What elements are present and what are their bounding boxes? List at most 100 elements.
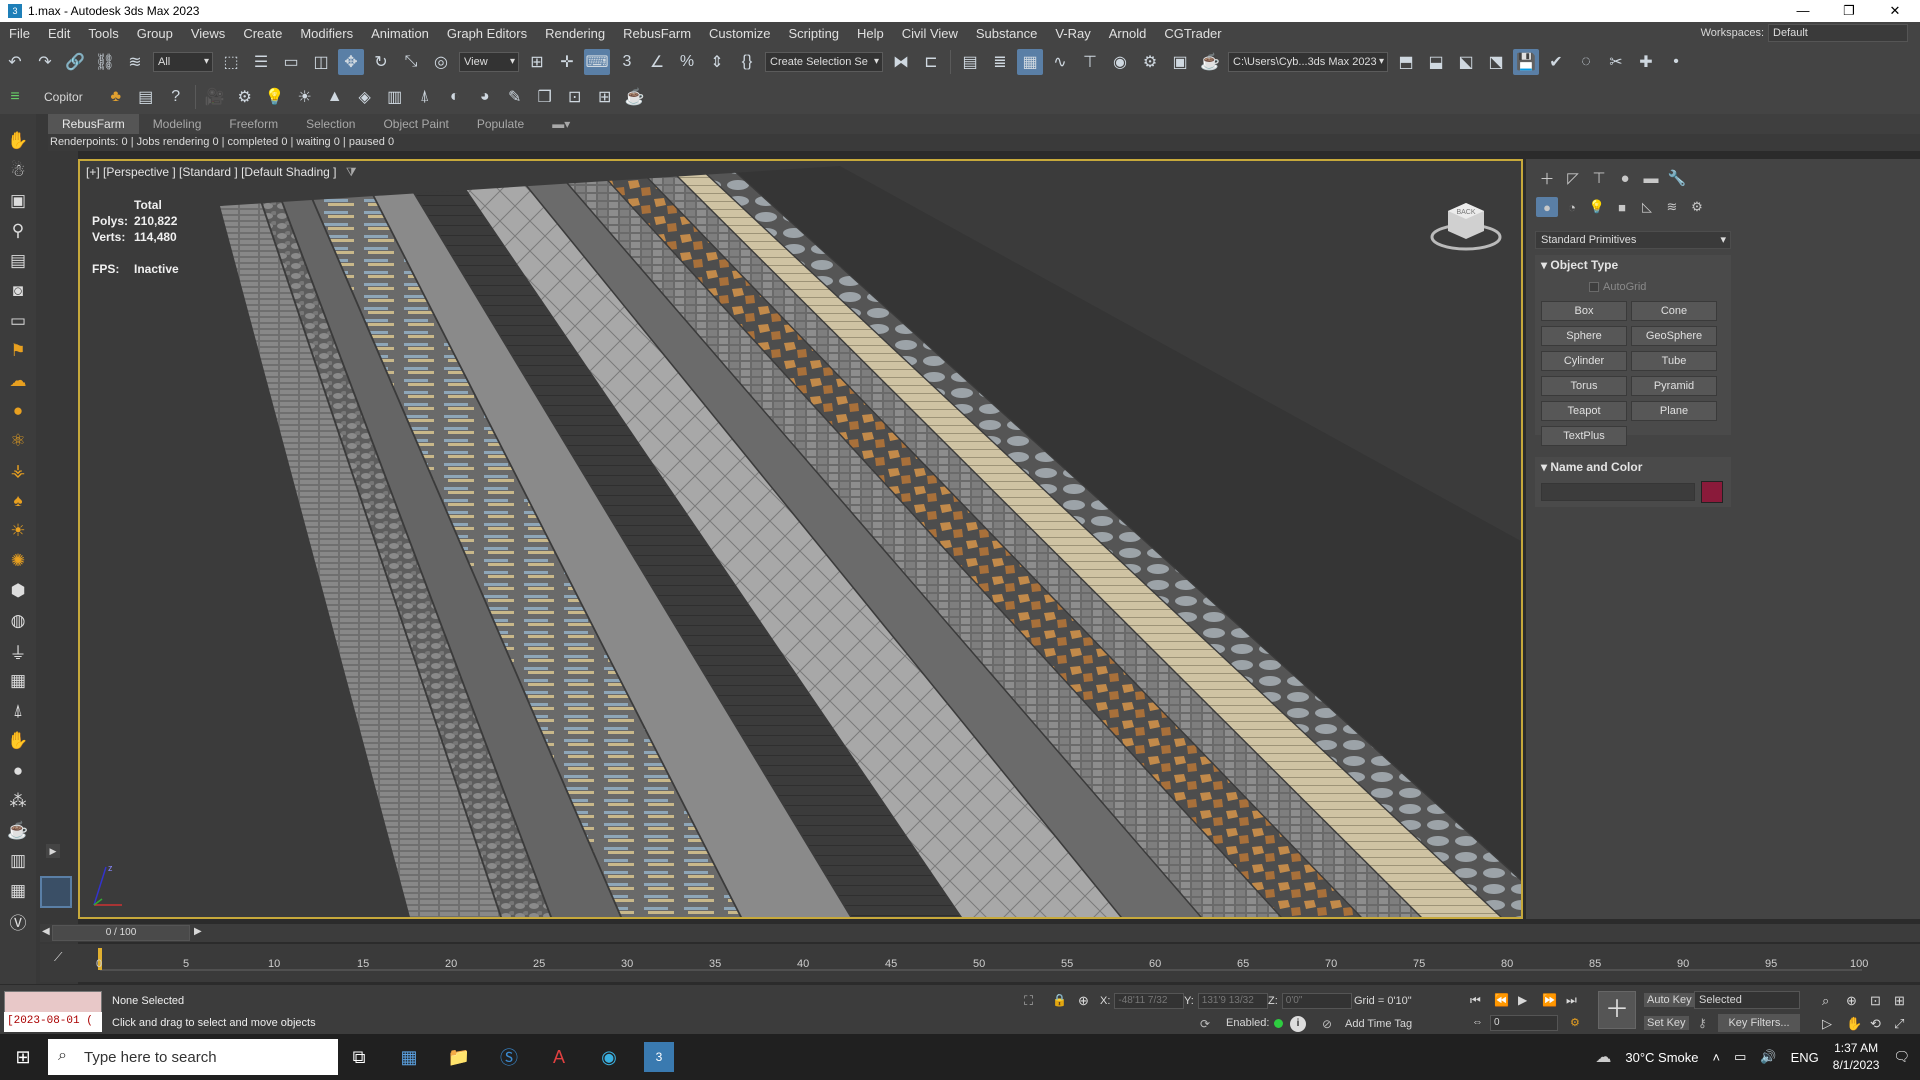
goto-start-icon[interactable]: ⏮: [1470, 993, 1481, 1008]
cylinder-button[interactable]: Cylinder: [1541, 351, 1627, 371]
lamp-icon[interactable]: ⚲: [5, 218, 31, 244]
teapot-tool-icon[interactable]: ☕: [5, 818, 31, 844]
vray-teapot-icon[interactable]: ☕: [622, 84, 648, 110]
info-icon[interactable]: i: [1290, 1016, 1306, 1032]
camera-icon[interactable]: ◙: [5, 278, 31, 304]
play-icon[interactable]: ▶: [1518, 993, 1527, 1007]
menu-cgtrader[interactable]: CGTrader: [1155, 26, 1230, 41]
next-frame-icon[interactable]: ▶: [194, 926, 202, 937]
menu-edit[interactable]: Edit: [39, 26, 79, 41]
curve-editor-icon[interactable]: ∿: [1047, 49, 1073, 75]
menu-create[interactable]: Create: [234, 26, 291, 41]
rendered-frame-icon[interactable]: ▣: [1167, 49, 1193, 75]
project-path-dropdown[interactable]: C:\Users\Cyb...3ds Max 2023: [1228, 52, 1388, 72]
track-bar[interactable]: ⟋ 0 5 10 15 20 25 30 35 40 45 50 55 60 6…: [40, 944, 1920, 982]
tab-populate[interactable]: Populate: [463, 117, 538, 131]
vray-dome-icon[interactable]: ◕: [472, 84, 498, 110]
move-icon[interactable]: ✥: [338, 49, 364, 75]
key-mode-icon[interactable]: ⇔: [1472, 1016, 1483, 1028]
geosphere-button[interactable]: GeoSphere: [1631, 326, 1717, 346]
sync-icon[interactable]: ◌: [1573, 49, 1599, 75]
menu-rebusfarm[interactable]: RebusFarm: [614, 26, 700, 41]
modify-tab-icon[interactable]: ◸: [1562, 167, 1584, 189]
menu-animation[interactable]: Animation: [362, 26, 438, 41]
select-by-name-icon[interactable]: ☰: [248, 49, 274, 75]
restore-button[interactable]: ❐: [1826, 0, 1872, 22]
vray-vfb-icon[interactable]: ▥: [382, 84, 408, 110]
schematic-view-icon[interactable]: ⊤: [1077, 49, 1103, 75]
viewport-label[interactable]: [+] [Perspective ] [Standard ] [Default …: [86, 165, 357, 180]
file-explorer-icon[interactable]: 📁: [444, 1042, 474, 1072]
maximize-viewport-icon[interactable]: ⤢: [1894, 1016, 1904, 1032]
zoom-extents-icon[interactable]: ⊡: [1870, 993, 1881, 1009]
prev-frame-icon[interactable]: ◀: [42, 926, 50, 937]
ribbon-options-icon[interactable]: ▬▾: [538, 117, 584, 131]
vray-camera-icon[interactable]: 🎥: [202, 84, 228, 110]
link-icon[interactable]: 🔗: [62, 49, 88, 75]
lock-icon[interactable]: 🔒: [1052, 993, 1067, 1007]
display-tab-icon[interactable]: ▬: [1640, 167, 1662, 189]
help-icon[interactable]: ?: [163, 84, 189, 110]
menu-scripting[interactable]: Scripting: [779, 26, 848, 41]
3dsmax-taskbar-icon[interactable]: 3: [644, 1042, 674, 1072]
ref-coord-dropdown[interactable]: View: [459, 52, 519, 72]
brush-icon[interactable]: ⚑: [5, 338, 31, 364]
systems-icon[interactable]: ⚙: [1686, 197, 1708, 217]
listener-icon[interactable]: ▤: [133, 84, 159, 110]
menu-substance[interactable]: Substance: [967, 26, 1046, 41]
spotlight-icon[interactable]: ⚶: [5, 458, 31, 484]
vray-cameras-icon[interactable]: ⚙: [232, 84, 258, 110]
material-editor-icon[interactable]: ◉: [1107, 49, 1133, 75]
tab-selection[interactable]: Selection: [292, 117, 369, 131]
curve-editor-mini-icon[interactable]: ⟋: [54, 950, 62, 965]
vray-proxy-icon[interactable]: ◈: [352, 84, 378, 110]
tab-object-paint[interactable]: Object Paint: [369, 117, 462, 131]
dot-icon[interactable]: •: [1663, 49, 1689, 75]
menu-customize[interactable]: Customize: [700, 26, 779, 41]
filter-icon[interactable]: ⧩: [346, 165, 357, 179]
key-filters-button[interactable]: Key Filters...: [1718, 1014, 1800, 1032]
selected-tool-icon[interactable]: ✋: [5, 728, 31, 754]
box-button[interactable]: Box: [1541, 301, 1627, 321]
weather-icon[interactable]: ☁: [1595, 1047, 1611, 1067]
project-settings-icon[interactable]: ⬔: [1483, 49, 1509, 75]
zoom-extents-all-icon[interactable]: ⊞: [1894, 993, 1905, 1009]
minimize-button[interactable]: —: [1780, 0, 1826, 22]
create-tab-icon[interactable]: ＋: [1536, 167, 1558, 189]
toggle-ribbon-icon[interactable]: ≣: [987, 49, 1013, 75]
sky-icon[interactable]: ✺: [5, 548, 31, 574]
z-field[interactable]: 0'0": [1281, 993, 1352, 1009]
expand-arrow-icon[interactable]: ▶: [46, 844, 60, 858]
cloud-icon[interactable]: ☁: [5, 368, 31, 394]
tab-rebusfarm[interactable]: RebusFarm: [48, 114, 139, 134]
hand-icon[interactable]: ✋: [5, 128, 31, 154]
enabled-indicator[interactable]: [1274, 1019, 1283, 1028]
pan-icon[interactable]: ✋: [1846, 1016, 1862, 1032]
pc-icon[interactable]: ▥: [5, 848, 31, 874]
menu-help[interactable]: Help: [848, 26, 893, 41]
motion-tab-icon[interactable]: ●: [1614, 167, 1636, 189]
angle-snap-icon[interactable]: ∠: [644, 49, 670, 75]
project-folder-icon[interactable]: ⬕: [1453, 49, 1479, 75]
menu-modifiers[interactable]: Modifiers: [291, 26, 362, 41]
primitive-type-dropdown[interactable]: Standard Primitives: [1535, 231, 1731, 249]
prev-key-icon[interactable]: ⏪: [1494, 993, 1509, 1007]
viewcube[interactable]: BACK: [1430, 191, 1502, 253]
render-setup-icon[interactable]: ⚙: [1137, 49, 1163, 75]
stack-icon[interactable]: ▦: [5, 668, 31, 694]
fov-icon[interactable]: ▷: [1822, 1016, 1832, 1032]
x-field[interactable]: -48'11 7/32: [1114, 993, 1185, 1009]
textplus-button[interactable]: TextPlus: [1541, 426, 1627, 446]
time-tag-icon[interactable]: ⟳: [1200, 1017, 1210, 1031]
named-selection-dropdown[interactable]: Create Selection Se: [765, 52, 883, 72]
vray-export-icon[interactable]: ⍋: [412, 84, 438, 110]
tripod-icon[interactable]: ⏚: [5, 638, 31, 664]
tab-modeling[interactable]: Modeling: [139, 117, 216, 131]
tv-icon[interactable]: ▤: [5, 248, 31, 274]
geometry-icon[interactable]: ●: [1536, 197, 1558, 217]
redo-icon[interactable]: ↷: [32, 49, 58, 75]
vray-ies-icon[interactable]: ◐: [442, 84, 468, 110]
render-production-icon[interactable]: ☕: [1197, 49, 1223, 75]
app-s-icon[interactable]: Ⓢ: [494, 1042, 524, 1072]
spinner-snap-icon[interactable]: ⇕: [704, 49, 730, 75]
